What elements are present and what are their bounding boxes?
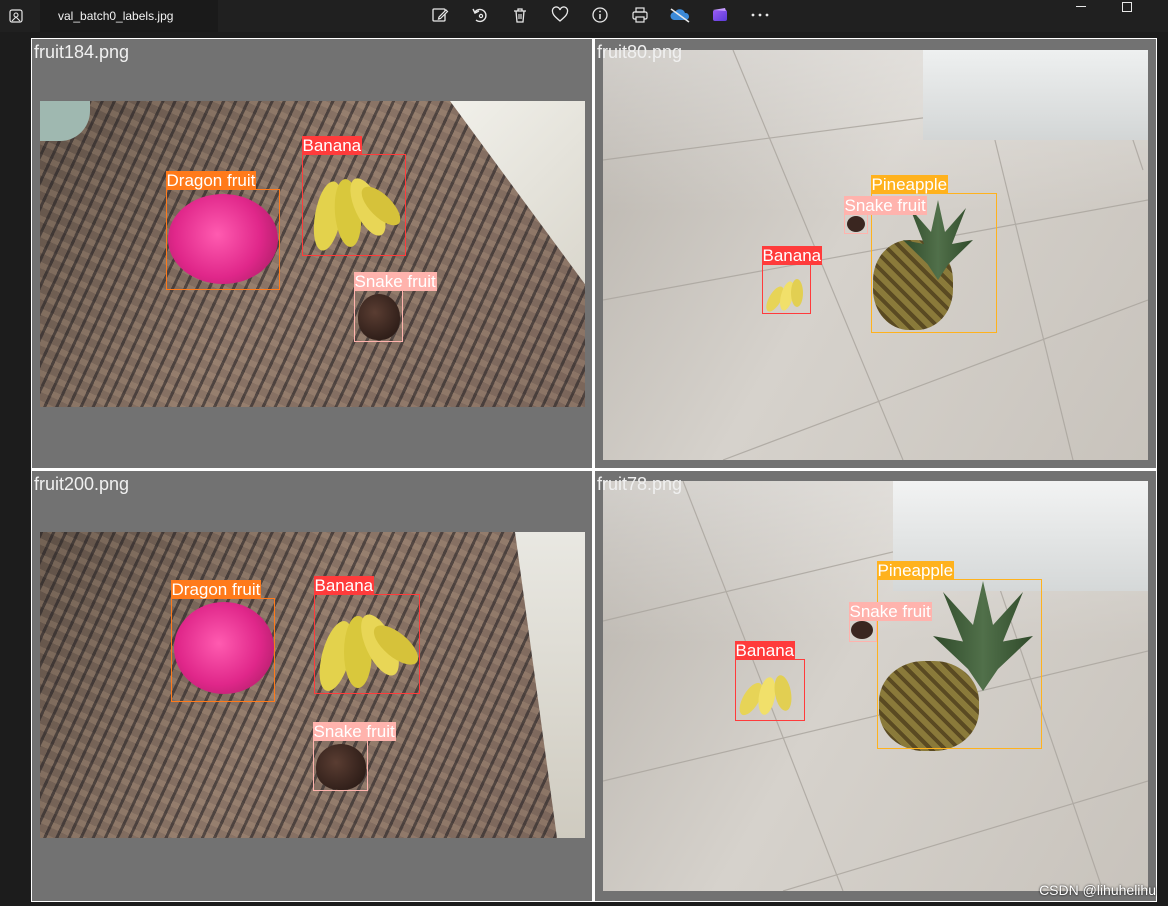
bbox-banana: Banana xyxy=(761,246,823,314)
bbox-label: Banana xyxy=(734,641,796,660)
window-reflection xyxy=(923,50,1148,140)
print-button[interactable] xyxy=(620,0,660,30)
tiled-floor-photo: Pineapple Snake fruit Banana xyxy=(603,481,1148,891)
bbox-label: Snake fruit xyxy=(312,722,396,741)
bbox-label: Dragon fruit xyxy=(165,171,257,190)
minimize-button[interactable] xyxy=(1058,0,1104,14)
watermark: CSDN @lihuhelihu xyxy=(1039,882,1156,898)
chair-back xyxy=(515,532,585,838)
image-filename-label: fruit200.png xyxy=(34,474,130,494)
image-filename-label: fruit78.png xyxy=(597,474,683,494)
image-filename-label: fruit80.png xyxy=(597,42,683,62)
bbox-label: Dragon fruit xyxy=(170,580,262,599)
delete-button[interactable] xyxy=(500,0,540,30)
bbox-snake-fruit: Snake fruit xyxy=(843,196,927,234)
mosaic-cell-1: fruit184.png Dragon fruit Banana Snake f… xyxy=(32,39,592,468)
info-icon xyxy=(592,7,608,23)
bbox-label: Pineapple xyxy=(870,175,949,194)
maximize-icon xyxy=(1122,2,1132,12)
image-filename-label: fruit184.png xyxy=(34,42,130,62)
rotate-button[interactable] xyxy=(460,0,500,30)
image-tab[interactable]: val_batch0_labels.jpg xyxy=(40,0,218,32)
wood-table-photo: Dragon fruit Banana Snake fruit xyxy=(40,532,585,838)
image-tab-title: val_batch0_labels.jpg xyxy=(58,9,174,23)
leaf xyxy=(40,101,90,141)
mosaic-cell-3: fruit200.png Dragon fruit Banana Snake f… xyxy=(32,471,592,901)
info-button[interactable] xyxy=(580,0,620,30)
maximize-button[interactable] xyxy=(1104,0,1150,14)
bbox-snake-fruit: Snake fruit xyxy=(848,602,932,642)
wood-table-photo: Dragon fruit Banana Snake fruit xyxy=(40,101,585,407)
bbox-label: Snake fruit xyxy=(843,196,927,215)
image-viewer: fruit184.png Dragon fruit Banana Snake f… xyxy=(31,38,1157,902)
mosaic-cell-2: Pineapple Snake fruit Banana fruit80.png xyxy=(595,39,1156,468)
bbox-dragon-fruit: Dragon fruit xyxy=(165,171,280,290)
edit-image-icon xyxy=(432,8,449,22)
more-button[interactable] xyxy=(740,0,780,30)
bbox-snake-fruit: Snake fruit xyxy=(312,722,396,791)
onedrive-icon xyxy=(670,8,690,23)
clipchamp-button[interactable] xyxy=(700,0,740,30)
tiled-floor-photo: Pineapple Snake fruit Banana xyxy=(603,50,1148,460)
onedrive-button[interactable] xyxy=(660,0,700,30)
photos-app-icon xyxy=(0,0,32,32)
bbox-dragon-fruit: Dragon fruit xyxy=(170,580,275,702)
toolbar xyxy=(420,0,780,30)
delete-icon xyxy=(514,8,526,23)
bbox-banana: Banana xyxy=(313,576,420,694)
bbox-label: Banana xyxy=(301,136,363,155)
favorite-icon xyxy=(551,6,569,22)
mosaic-cell-4: Pineapple Snake fruit Banana fruit78.png xyxy=(595,471,1156,901)
minimize-icon xyxy=(1076,6,1086,7)
bbox-label: Snake fruit xyxy=(848,602,932,621)
bbox-label: Pineapple xyxy=(876,561,955,580)
edit-image-button[interactable] xyxy=(420,0,460,30)
bbox-banana: Banana xyxy=(734,641,805,721)
bbox-label: Banana xyxy=(313,576,375,595)
bbox-label: Banana xyxy=(761,246,823,265)
rotate-icon xyxy=(472,8,487,23)
cushion xyxy=(450,101,585,291)
bbox-banana: Banana xyxy=(301,136,406,256)
bbox-snake-fruit: Snake fruit xyxy=(353,272,437,342)
favorite-button[interactable] xyxy=(540,0,580,30)
bbox-label: Snake fruit xyxy=(353,272,437,291)
title-bar: val_batch0_labels.jpg xyxy=(0,0,1168,32)
clipchamp-icon xyxy=(713,8,727,21)
more-icon xyxy=(751,13,769,17)
print-icon xyxy=(632,7,648,23)
